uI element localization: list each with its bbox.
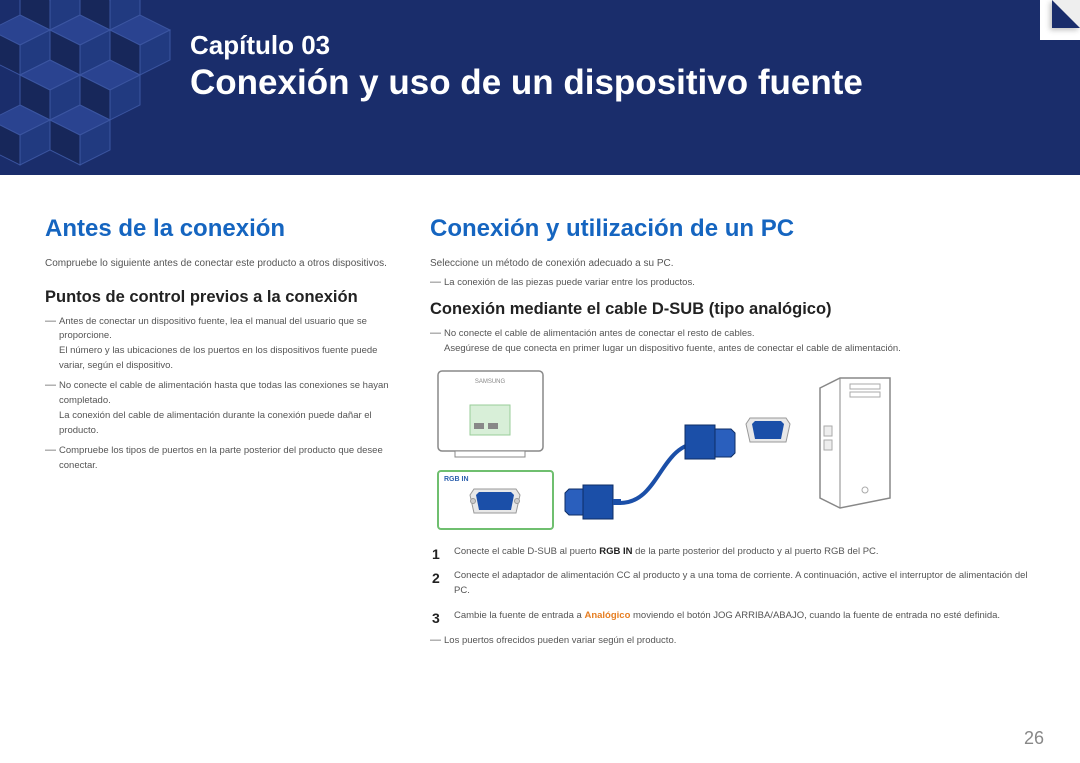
step-text: Conecte el cable D-SUB al puerto — [454, 546, 599, 557]
page-corner-fold-shadow — [1052, 0, 1080, 28]
content-area: Antes de la conexión Compruebe lo siguie… — [45, 215, 1035, 763]
port-label-rgb-in: RGB IN — [444, 476, 469, 483]
chapter-title: Conexión y uso de un dispositivo fuente — [190, 63, 1035, 103]
step-item: Conecte el cable D-SUB al puerto RGB IN … — [430, 545, 1035, 560]
dsub-port-icon — [470, 489, 520, 513]
step-item: Conecte el adaptador de alimentación CC … — [430, 569, 1035, 598]
list-item: No conecte el cable de alimentación ante… — [430, 327, 1035, 356]
step-highlight-text: Analógico — [584, 610, 630, 621]
chapter-label: Capítulo 03 — [190, 30, 1035, 61]
list-text: La conexión del cable de alimentación du… — [59, 410, 372, 436]
dsub-connector-left-icon — [565, 485, 621, 519]
subsection-heading-checkpoints: Puntos de control previos a la conexión — [45, 288, 402, 307]
pc-tower-icon — [820, 378, 890, 508]
list-text: No conecte el cable de alimentación hast… — [59, 380, 389, 406]
list-text: Antes de conectar un dispositivo fuente,… — [59, 316, 367, 342]
step-text: Cambie la fuente de entrada a — [454, 610, 584, 621]
cube-pattern-decoration — [0, 0, 200, 175]
section-heading-before-connection: Antes de la conexión — [45, 215, 402, 243]
intro-text: Seleccione un método de conexión adecuad… — [430, 257, 1035, 272]
monitor-brand-label: SAMSUNG — [475, 379, 506, 385]
list-text: No conecte el cable de alimentación ante… — [444, 328, 755, 339]
list-item: No conecte el cable de alimentación hast… — [45, 379, 402, 438]
list-item: Los puertos ofrecidos pueden variar segú… — [430, 634, 1035, 649]
connection-diagram: SAMSUNG RGB IN — [430, 363, 990, 533]
list-item: Compruebe los tipos de puertos en la par… — [45, 444, 402, 473]
step-item: Cambie la fuente de entrada a Analógico … — [430, 609, 1035, 624]
list-text: Asegúrese de que conecta en primer lugar… — [444, 343, 901, 354]
step-text: Conecte el adaptador de alimentación CC … — [454, 570, 1028, 596]
chapter-header: Capítulo 03 Conexión y uso de un disposi… — [0, 0, 1080, 175]
step-bold-text: RGB IN — [599, 546, 632, 557]
manual-page: Capítulo 03 Conexión y uso de un disposi… — [0, 0, 1080, 763]
step-text: moviendo el botón JOG ARRIBA/ABAJO, cuan… — [630, 610, 1000, 621]
subsection-heading-dsub: Conexión mediante el cable D-SUB (tipo a… — [430, 300, 1035, 319]
list-text: El número y las ubicaciones de los puert… — [59, 345, 377, 371]
note-list: La conexión de las piezas puede variar e… — [430, 276, 1035, 291]
section-heading-pc-connection: Conexión y utilización de un PC — [430, 215, 1035, 243]
warning-list: No conecte el cable de alimentación ante… — [430, 327, 1035, 356]
right-column: Conexión y utilización de un PC Seleccio… — [430, 215, 1035, 763]
checkpoint-list: Antes de conectar un dispositivo fuente,… — [45, 315, 402, 474]
left-column: Antes de la conexión Compruebe lo siguie… — [45, 215, 430, 763]
list-item: La conexión de las piezas puede variar e… — [430, 276, 1035, 291]
list-text: Compruebe los tipos de puertos en la par… — [59, 445, 383, 471]
intro-text: Compruebe lo siguiente antes de conectar… — [45, 257, 402, 272]
instruction-steps: Conecte el cable D-SUB al puerto RGB IN … — [430, 545, 1035, 624]
footnote-list: Los puertos ofrecidos pueden variar segú… — [430, 634, 1035, 649]
list-item: Antes de conectar un dispositivo fuente,… — [45, 315, 402, 374]
dsub-pc-port-icon — [746, 418, 790, 442]
page-number: 26 — [1024, 728, 1044, 749]
step-text: de la parte posterior del producto y al … — [632, 546, 878, 557]
dsub-connector-right-icon — [685, 425, 735, 459]
